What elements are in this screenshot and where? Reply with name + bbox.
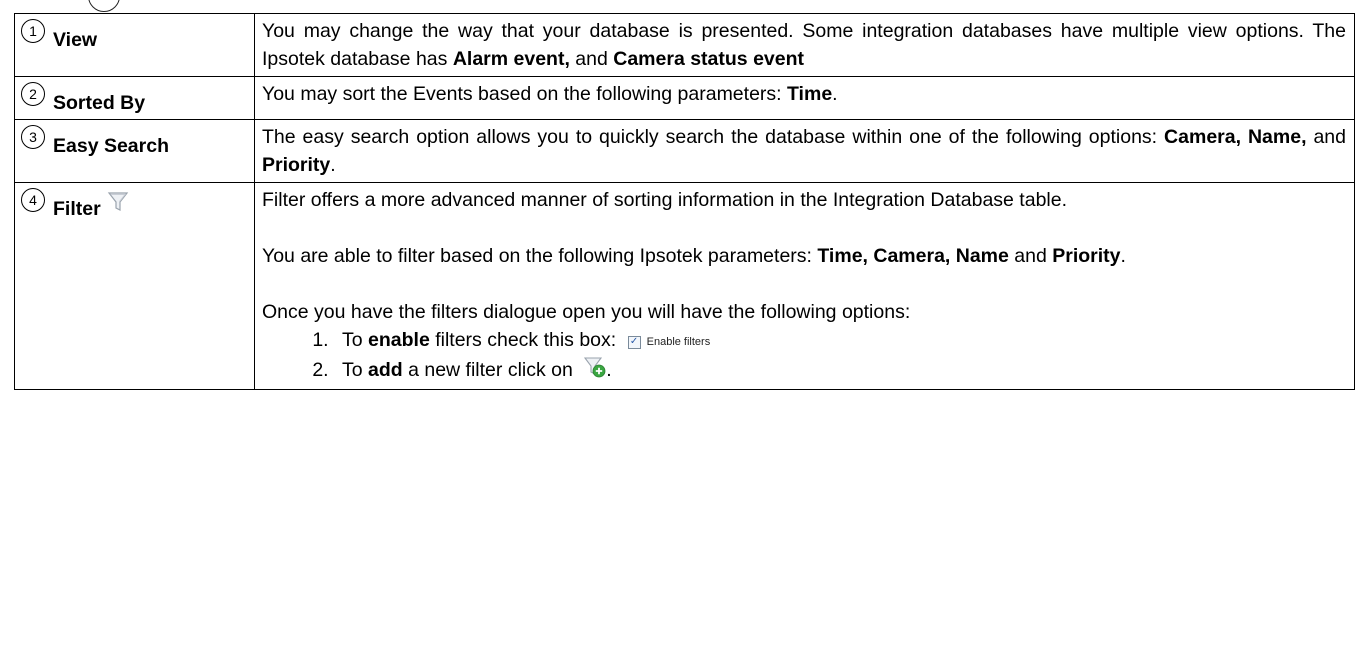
row-label: Sorted By: [53, 92, 146, 114]
bold-term: enable: [368, 329, 430, 351]
description-cell: You may sort the Events based on the fol…: [254, 76, 1355, 120]
row-label: View: [53, 29, 98, 51]
row-label: Filter: [53, 198, 101, 220]
bold-term: Alarm event,: [452, 48, 570, 70]
table-row-filter: 4 Filter Filter offers a more advanced m…: [14, 182, 1355, 390]
label-cell: 2 Sorted By: [14, 76, 255, 120]
description-cell: You may change the way that your databas…: [254, 13, 1355, 77]
bold-term: Camera status event: [613, 48, 805, 70]
row-label: Easy Search: [53, 135, 170, 157]
checkbox-check-icon: ✓: [627, 335, 641, 349]
bold-term: Priority: [1052, 245, 1121, 267]
table-row-sorted-by: 2 Sorted By You may sort the Events base…: [14, 76, 1355, 120]
paragraph: Once you have the filters dialogue open …: [262, 301, 911, 323]
paragraph: Filter offers a more advanced manner of …: [262, 189, 1068, 211]
rich-text: You may sort the Events based on the fol…: [262, 83, 838, 105]
rich-text: To enable filters check this box:: [342, 329, 622, 351]
rich-text: You are able to filter based on the foll…: [262, 245, 1126, 267]
top-section-marker: [88, 0, 120, 12]
bold-term: Camera, Name,: [1164, 126, 1307, 148]
number-circle: 1: [21, 19, 45, 43]
parameters-table: 1 View You may change the way that your …: [14, 13, 1355, 390]
number-circle: 4: [21, 188, 45, 212]
add-filter-icon: [584, 356, 606, 386]
rich-text: To add a new filter click on: [342, 359, 579, 382]
steps-list: To enable filters check this box: ✓ Enab…: [262, 326, 1346, 386]
number-circle: 3: [21, 125, 45, 149]
table-row-view: 1 View You may change the way that your …: [14, 13, 1355, 77]
number-circle: 2: [21, 82, 45, 106]
table-row-easy-search: 3 Easy Search The easy search option all…: [14, 119, 1355, 183]
filter-icon: [107, 191, 129, 221]
bold-term: add: [368, 359, 403, 382]
label-cell: 4 Filter: [14, 182, 255, 390]
description-cell: The easy search option allows you to qui…: [254, 119, 1355, 183]
bold-term: Time, Camera, Name: [817, 245, 1009, 267]
list-item: To add a new filter click on .: [334, 356, 1346, 386]
label-cell: 1 View: [14, 13, 255, 77]
checkbox-label: Enable filters: [646, 336, 711, 348]
list-item: To enable filters check this box: ✓ Enab…: [334, 326, 1346, 356]
label-cell: 3 Easy Search: [14, 119, 255, 183]
list-item-suffix: .: [606, 359, 612, 382]
description-cell: Filter offers a more advanced manner of …: [254, 182, 1355, 390]
rich-text: You may change the way that your databas…: [262, 20, 1346, 70]
rich-text: The easy search option allows you to qui…: [262, 126, 1346, 176]
bold-term: Priority: [262, 154, 331, 176]
bold-term: Time: [787, 83, 833, 105]
enable-filters-checkbox: ✓ Enable filters: [627, 328, 711, 356]
